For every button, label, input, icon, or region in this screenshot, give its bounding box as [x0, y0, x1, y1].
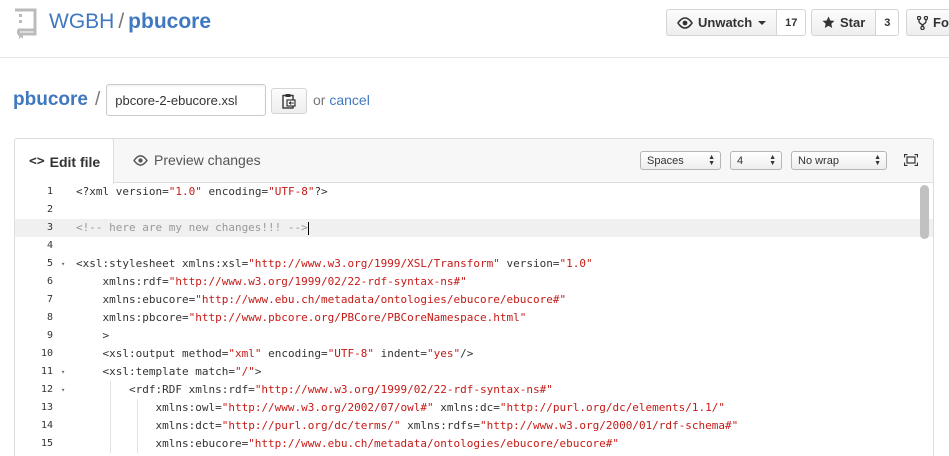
line-number: 15	[40, 438, 53, 449]
code-line[interactable]: 7 xmlns:ebucore="http://www.ebu.ch/metad…	[15, 291, 933, 309]
eye-icon	[133, 154, 148, 166]
star-icon	[822, 16, 835, 28]
filename-input[interactable]: pbcore-2-ebucore.xsl	[106, 84, 267, 116]
code-text: xmlns:pbcore="http://www.pbcore.org/PBCo…	[76, 311, 527, 324]
copy-path-button[interactable]	[271, 88, 307, 114]
line-number: 7	[46, 294, 53, 305]
line-number: 10	[40, 348, 53, 359]
select-arrows-icon: ▲ ▼	[769, 154, 776, 167]
code-line[interactable]: 15 xmlns:ebucore="http://www.ebu.ch/meta…	[15, 435, 933, 453]
code-line[interactable]: 10 <xsl:output method="xml" encoding="UT…	[15, 345, 933, 363]
code-text: xmlns:dct="http://purl.org/dc/terms/" xm…	[76, 419, 739, 432]
line-number: 8	[46, 312, 53, 323]
line-number: 4	[46, 240, 53, 251]
repo-title-separator: /	[118, 10, 125, 33]
code-line[interactable]: 12 ▾ <rdf:RDF xmlns:rdf="http://www.w3.or…	[15, 381, 933, 399]
repo-name-link[interactable]: pbucore	[128, 10, 211, 33]
select-arrows-icon: ▲ ▼	[874, 154, 881, 167]
eye-icon	[677, 16, 693, 29]
breadcrumb-separator: /	[94, 89, 101, 110]
code-text: <rdf:RDF xmlns:rdf="http://www.w3.org/19…	[76, 383, 553, 396]
code-line[interactable]: 11 ▾ <xsl:template match="/">	[15, 363, 933, 381]
star-group: Star 3	[811, 9, 900, 36]
code-text: xmlns:rdf="http://www.w3.org/1999/02/22-…	[76, 275, 467, 288]
text-cursor	[307, 221, 309, 235]
line-number: 5	[46, 258, 53, 269]
code-text: xmlns:ebucore="http://www.ebu.ch/metadat…	[76, 437, 620, 450]
star-count[interactable]: 3	[876, 9, 900, 36]
tab-edit-file-label: Edit file	[49, 153, 101, 170]
code-line[interactable]: 4	[15, 237, 933, 255]
fork-group: Fo	[906, 9, 949, 36]
or-text: or	[313, 92, 326, 108]
code-line[interactable]: 5 ▾ <xsl:stylesheet xmlns:xsl="http://www.…	[15, 255, 933, 273]
wrap-mode-select[interactable]: No wrap ▲ ▼	[791, 151, 887, 170]
fork-label: Fo	[933, 15, 949, 30]
fold-toggle-icon[interactable]: ▾	[61, 381, 71, 399]
code-scrollbar[interactable]	[920, 185, 929, 425]
line-number: 14	[40, 420, 53, 431]
indent-mode-select[interactable]: Spaces ▲ ▼	[640, 151, 721, 170]
line-number: 2	[46, 204, 53, 215]
file-editor: <> Edit file Preview changes Spaces ▲ ▼ 4…	[14, 138, 934, 456]
code-line[interactable]: 14 xmlns:dct="http://purl.org/dc/terms/"…	[15, 417, 933, 435]
chevron-down-icon	[758, 20, 767, 25]
star-label: Star	[840, 15, 866, 30]
code-line[interactable]: 8 xmlns:pbcore="http://www.pbcore.org/PB…	[15, 309, 933, 327]
line-number: 12	[40, 384, 53, 395]
fullscreen-icon[interactable]	[904, 154, 918, 166]
indent-mode-value: Spaces	[647, 154, 684, 167]
clipboard-icon	[282, 94, 296, 109]
code-text: >	[76, 329, 110, 342]
star-button[interactable]: Star	[811, 9, 877, 36]
tab-preview-changes[interactable]: Preview changes	[133, 152, 261, 168]
repo-title: WGBH / pbucore	[49, 10, 211, 34]
repo-icon	[15, 8, 37, 39]
tab-edit-file[interactable]: <> Edit file	[14, 138, 114, 184]
code-text: <xsl:template match="/">	[76, 365, 262, 378]
code-line[interactable]: 3 <!-- here are my new changes!!! -->	[15, 219, 933, 237]
line-number: 13	[40, 402, 53, 413]
watch-group: Unwatch 17	[666, 9, 807, 36]
fork-icon	[917, 15, 928, 30]
fold-toggle-icon[interactable]: ▾	[61, 255, 71, 273]
code-text: xmlns:owl="http://www.w3.org/2002/07/owl…	[76, 401, 726, 414]
code-text: <!-- here are my new changes!!! -->	[76, 221, 309, 235]
code-line[interactable]: 1 <?xml version="1.0" encoding="UTF-8"?>	[15, 183, 933, 201]
editor-toolbar: <> Edit file Preview changes Spaces ▲ ▼ 4…	[14, 138, 933, 184]
select-arrows-icon: ▲ ▼	[708, 154, 715, 167]
line-number: 9	[46, 330, 53, 341]
indent-size-value: 4	[737, 154, 744, 167]
cancel-area: or cancel	[313, 92, 370, 108]
breadcrumb: pbucore / pbcore-2-ebucore.xsl	[13, 84, 267, 116]
code-text: <xsl:stylesheet xmlns:xsl="http://www.w3…	[76, 257, 593, 270]
code-text: <?xml version="1.0" encoding="UTF-8"?>	[76, 185, 328, 198]
code-text: <xsl:output method="xml" encoding="UTF-8…	[76, 347, 474, 360]
fork-button[interactable]: Fo	[906, 9, 949, 36]
code-icon: <>	[29, 154, 45, 169]
line-number: 11	[40, 366, 53, 377]
line-number: 6	[46, 276, 53, 287]
code-line[interactable]: 9 >	[15, 327, 933, 345]
repo-owner-link[interactable]: WGBH	[49, 10, 114, 33]
line-number: 3	[46, 222, 53, 233]
code-area[interactable]: 1 <?xml version="1.0" encoding="UTF-8"?> 2…	[15, 183, 933, 456]
breadcrumb-root-link[interactable]: pbucore	[13, 89, 88, 111]
line-number: 1	[46, 186, 53, 197]
watch-count[interactable]: 17	[777, 9, 807, 36]
fold-toggle-icon[interactable]: ▾	[61, 363, 71, 381]
code-line[interactable]: 2	[15, 201, 933, 219]
code-line[interactable]: 6 xmlns:rdf="http://www.w3.org/1999/02/2…	[15, 273, 933, 291]
unwatch-button[interactable]: Unwatch	[666, 9, 778, 36]
scrollbar-thumb[interactable]	[920, 185, 929, 239]
indent-size-select[interactable]: 4 ▲ ▼	[730, 151, 782, 170]
wrap-mode-value: No wrap	[798, 154, 839, 167]
repo-header: WGBH / pbucore Unwatch 17 Star 3 Fo	[0, 0, 949, 58]
code-text: xmlns:ebucore="http://www.ebu.ch/metadat…	[76, 293, 567, 306]
cancel-link[interactable]: cancel	[329, 92, 369, 108]
unwatch-label: Unwatch	[698, 15, 753, 30]
tab-preview-changes-label: Preview changes	[154, 152, 261, 168]
code-line[interactable]: 13 xmlns:owl="http://www.w3.org/2002/07/…	[15, 399, 933, 417]
